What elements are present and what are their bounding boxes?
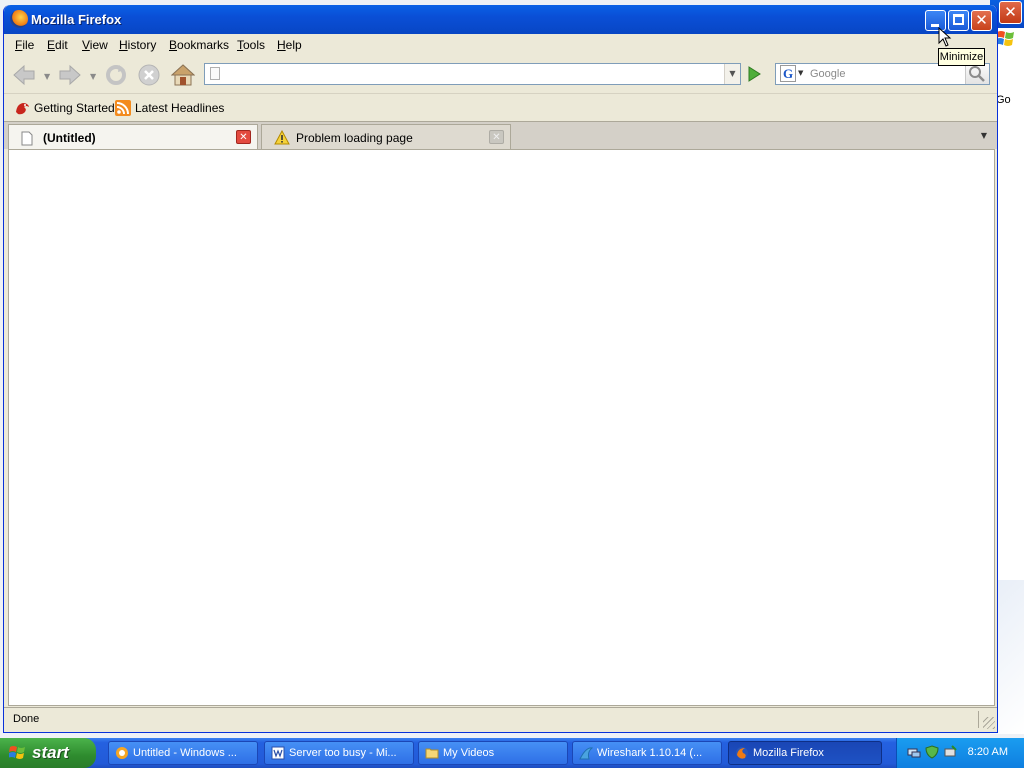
close-button[interactable]: ✕: [971, 10, 992, 31]
system-tray: 8:20 AM: [896, 738, 1024, 768]
windows-flag-icon: [995, 28, 1019, 53]
taskbar-button-label: Server too busy - Mi...: [289, 747, 397, 759]
tab-label: (Untitled): [43, 131, 96, 145]
search-button[interactable]: [965, 64, 989, 84]
magnifier-icon: [969, 66, 985, 82]
page-icon: [210, 67, 220, 80]
forward-arrow-icon: [59, 64, 81, 86]
tab-untitled[interactable]: (Untitled) ✕: [8, 124, 258, 151]
reload-button[interactable]: [103, 62, 129, 88]
menu-bar: File Edit View History Bookmarks Tools H…: [4, 34, 997, 85]
word-doc-icon: [271, 746, 285, 760]
stop-button[interactable]: [136, 62, 162, 88]
search-input[interactable]: [810, 66, 960, 82]
network-icon[interactable]: [907, 745, 921, 759]
menu-help[interactable]: Help: [277, 38, 302, 52]
warning-icon: [274, 130, 290, 146]
status-text: Done: [13, 713, 40, 725]
back-button[interactable]: [11, 62, 37, 88]
folder-icon: [425, 748, 439, 759]
back-arrow-icon: [13, 64, 35, 86]
search-engine-selector[interactable]: G ▼: [777, 65, 807, 83]
safely-remove-hardware-icon[interactable]: [943, 745, 957, 759]
back-dropdown-icon[interactable]: ▼: [44, 72, 50, 81]
clock[interactable]: 8:20 AM: [968, 746, 1008, 758]
url-input[interactable]: [227, 66, 717, 82]
tab-close-icon[interactable]: ✕: [236, 130, 251, 144]
taskbar-button-server-too-busy[interactable]: Server too busy - Mi...: [264, 741, 414, 765]
window-title: Mozilla Firefox: [31, 12, 122, 27]
security-shield-icon[interactable]: [925, 745, 939, 759]
blank-page-icon: [21, 130, 37, 146]
forward-dropdown-icon[interactable]: ▼: [90, 72, 96, 81]
tab-list-dropdown-icon[interactable]: ▼: [975, 126, 993, 146]
windows-flag-icon: [9, 746, 25, 759]
maximize-icon: [953, 14, 964, 25]
menu-edit[interactable]: Edit: [47, 38, 68, 52]
taskbar-button-label: Wireshark 1.10.14 (...: [597, 747, 703, 759]
home-icon: [171, 64, 195, 86]
firefox-window: Mozilla Firefox ✕ File Edit View History…: [3, 5, 998, 733]
bookmark-getting-started[interactable]: Getting Started: [14, 100, 115, 116]
home-button[interactable]: [170, 62, 196, 88]
taskbar-button-mozilla-firefox[interactable]: Mozilla Firefox: [728, 741, 882, 765]
tab-problem-loading[interactable]: Problem loading page ✕: [261, 124, 511, 150]
taskbar-button-windows-live[interactable]: Untitled - Windows ...: [108, 741, 258, 765]
status-bar: Done: [4, 707, 997, 731]
minimize-tooltip: Minimize: [938, 48, 985, 66]
bookmarks-toolbar: Getting Started Latest Headlines: [4, 93, 997, 121]
bookmark-label: Getting Started: [34, 101, 115, 115]
taskbar-button-label: Mozilla Firefox: [753, 747, 824, 759]
google-icon: G: [780, 65, 796, 82]
go-arrow-icon: [748, 66, 761, 82]
tab-close-icon[interactable]: ✕: [489, 130, 504, 144]
tab-label: Problem loading page: [296, 130, 413, 145]
stop-icon: [138, 64, 160, 86]
taskbar-button-label: My Videos: [443, 747, 495, 759]
status-panel-divider: [978, 711, 979, 728]
start-button[interactable]: start: [0, 738, 96, 768]
tab-bar: (Untitled) ✕ Problem loading page ✕ ▼: [4, 121, 997, 151]
url-history-dropdown-icon[interactable]: ▼: [724, 64, 740, 84]
navigation-toolbar: ▼ ▼ ▼ G ▼: [4, 58, 997, 92]
taskbar-button-my-videos[interactable]: My Videos: [418, 741, 568, 765]
title-bar[interactable]: Mozilla Firefox ✕: [4, 5, 997, 34]
background-window-close-button[interactable]: ✕: [999, 1, 1022, 24]
windows-live-icon: [116, 747, 128, 759]
bookmark-latest-headlines[interactable]: Latest Headlines: [115, 100, 224, 116]
bookmark-label: Latest Headlines: [135, 101, 225, 115]
page-content-area[interactable]: [8, 149, 995, 706]
reload-icon: [106, 65, 126, 85]
taskbar-button-wireshark[interactable]: Wireshark 1.10.14 (...: [572, 741, 722, 765]
go-button[interactable]: [744, 65, 764, 83]
forward-button[interactable]: [57, 62, 83, 88]
menu-history[interactable]: History: [119, 38, 156, 52]
firefox-icon: [10, 10, 28, 28]
resize-grip[interactable]: [983, 717, 995, 729]
url-bar[interactable]: ▼: [204, 63, 741, 85]
search-bar[interactable]: G ▼: [775, 63, 990, 85]
start-label: start: [32, 743, 69, 762]
menu-view[interactable]: View: [82, 38, 108, 52]
taskbar-button-label: Untitled - Windows ...: [133, 747, 237, 759]
search-engine-dropdown-icon: ▼: [798, 69, 804, 77]
menu-file[interactable]: File: [15, 38, 34, 52]
rss-feed-icon: [115, 100, 131, 116]
taskbar: start Untitled - Windows ... Server too …: [0, 738, 1024, 768]
background-window-go-label[interactable]: Go: [996, 94, 1011, 106]
mouse-cursor-icon: [938, 27, 952, 47]
menu-tools[interactable]: Tools: [237, 38, 265, 52]
firefox-icon: [736, 747, 748, 759]
menu-bookmarks[interactable]: Bookmarks: [169, 38, 229, 52]
wireshark-icon: [579, 747, 593, 760]
firefox-bookmark-icon: [16, 103, 29, 115]
